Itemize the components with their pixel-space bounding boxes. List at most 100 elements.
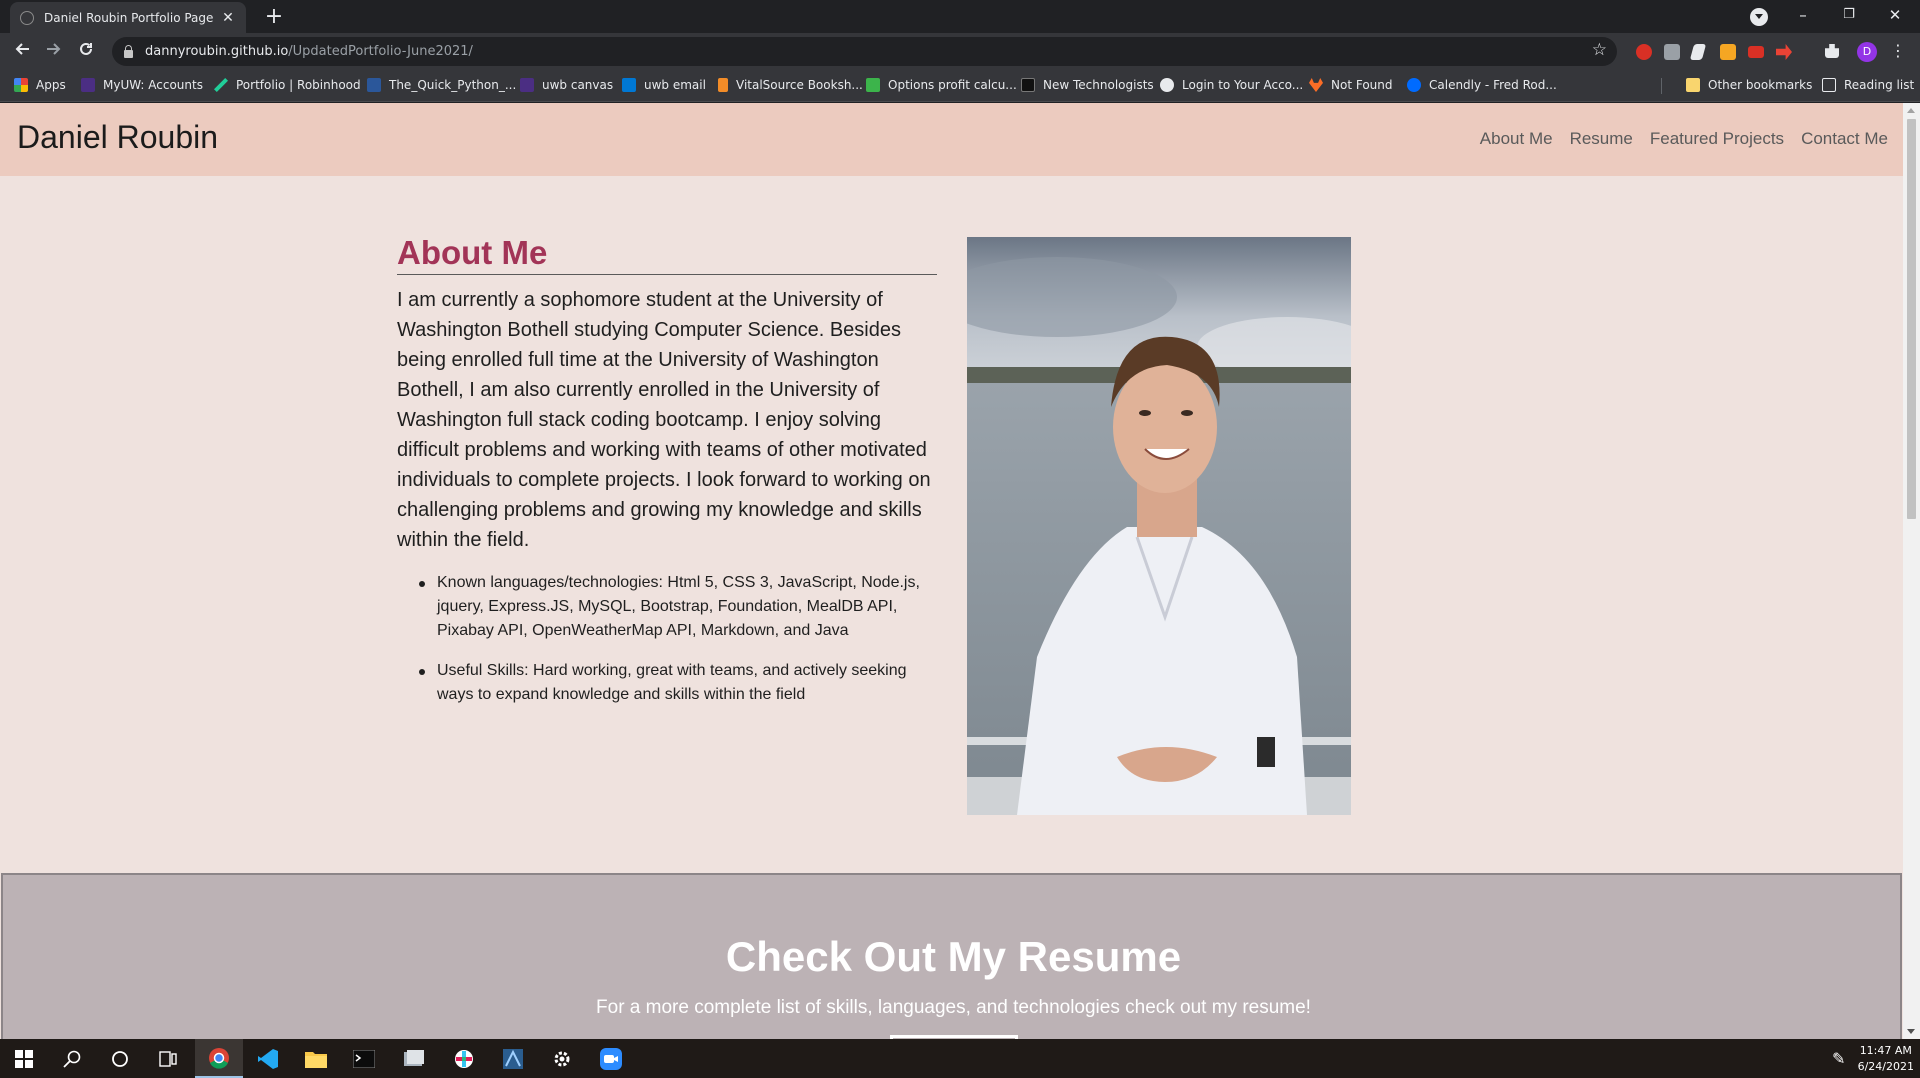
site-brand[interactable]: Daniel Roubin [17, 119, 218, 156]
extension-adblock-icon[interactable] [1636, 44, 1652, 60]
newtech-icon [1021, 78, 1035, 92]
gitlab-icon [1309, 78, 1323, 92]
mysql-workbench-icon[interactable] [390, 1039, 438, 1078]
restore-button[interactable]: ❐ [1826, 0, 1872, 30]
windows-start-icon[interactable] [0, 1039, 48, 1078]
resume-section: Check Out My Resume For a more complete … [1, 873, 1902, 1039]
bookmarks-separator [1661, 78, 1662, 94]
bookmark-robinhood[interactable]: Portfolio | Robinhood [214, 78, 361, 92]
vitalsource-icon [718, 78, 728, 92]
chrome-icon[interactable] [195, 1039, 243, 1078]
url-host: dannyroubin.github.io [145, 44, 289, 59]
bookmark-vitalsource[interactable]: VitalSource Booksh... [718, 78, 863, 92]
page-viewport: Daniel Roubin About Me Resume Featured P… [0, 103, 1903, 1039]
bookmark-not-found[interactable]: Not Found [1309, 78, 1392, 92]
app-icon[interactable] [489, 1039, 537, 1078]
reading-list-icon [1822, 78, 1836, 92]
bookmark-login[interactable]: Login to Your Acco... [1160, 78, 1303, 92]
outlook-icon [622, 78, 636, 92]
robinhood-feather-icon [214, 78, 228, 92]
tab-title: Daniel Roubin Portfolio Page [44, 10, 214, 25]
bookmarks-bar: Apps MyUW: Accounts Portfolio | Robinhoo… [0, 70, 1920, 102]
lock-icon [124, 44, 133, 58]
system-clock[interactable]: 11:47 AM 6/24/2021 [1858, 1043, 1914, 1075]
about-paragraph: I am currently a sophomore student at th… [397, 289, 931, 551]
tab-search-icon[interactable] [1750, 8, 1768, 26]
nav-about-me[interactable]: About Me [1480, 129, 1553, 149]
profile-photo [967, 237, 1351, 815]
bookmark-star-icon[interactable]: ☆ [1592, 40, 1607, 60]
about-heading: About Me [397, 234, 937, 275]
profile-avatar[interactable]: D [1857, 42, 1877, 62]
bookmark-uwb-canvas[interactable]: uwb canvas [520, 78, 613, 92]
forward-arrow-icon [47, 43, 61, 55]
skills-list: Known languages/technologies: Html 5, CS… [397, 571, 942, 723]
tab-close-button[interactable]: ✕ [220, 10, 236, 26]
search-icon[interactable] [48, 1039, 96, 1078]
minimize-button[interactable]: – [1780, 0, 1826, 30]
browser-toolbar: dannyroubin.github.io/UpdatedPortfolio-J… [0, 33, 1920, 70]
folder-icon [1686, 78, 1700, 92]
resume-heading: Check Out My Resume [725, 933, 1182, 980]
taskbar: ✎ 11:47 AM 6/24/2021 [0, 1039, 1920, 1078]
page-scrollbar[interactable] [1903, 103, 1920, 1039]
options-calc-icon [866, 78, 880, 92]
browser-tab[interactable]: Daniel Roubin Portfolio Page ✕ [10, 2, 246, 33]
back-arrow-icon [15, 43, 29, 55]
terminal-icon[interactable] [340, 1039, 388, 1078]
url-path: /UpdatedPortfolio-June2021/ [288, 44, 473, 59]
window-close-button[interactable]: ✕ [1872, 0, 1918, 30]
file-explorer-icon[interactable] [292, 1039, 340, 1078]
pen-workspace-icon[interactable]: ✎ [1832, 1049, 1845, 1068]
list-item: Useful Skills: Hard working, great with … [397, 659, 942, 707]
menu-kebab-icon[interactable]: ⋮ [1890, 41, 1906, 60]
extension-arrow-icon[interactable] [1776, 44, 1792, 60]
bookmark-options-calc[interactable]: Options profit calcu... [866, 78, 1017, 92]
back-button[interactable] [8, 38, 36, 66]
list-item: Known languages/technologies: Html 5, CS… [397, 571, 942, 643]
reload-icon [80, 42, 92, 55]
extension-w-icon[interactable] [1720, 44, 1736, 60]
forward-button[interactable] [40, 38, 68, 66]
task-view-icon[interactable] [144, 1039, 192, 1078]
bookmark-myuw[interactable]: MyUW: Accounts [81, 78, 203, 92]
bookmark-calendly[interactable]: Calendly - Fred Rod... [1407, 78, 1557, 92]
calendly-icon [1407, 78, 1421, 92]
myuw-icon [81, 78, 95, 92]
scroll-down-icon[interactable] [1907, 1029, 1915, 1034]
tab-favicon-icon [20, 10, 34, 25]
clock-time: 11:47 AM [1859, 1044, 1912, 1057]
bookmark-apps[interactable]: Apps [14, 78, 66, 92]
clock-date: 6/24/2021 [1857, 1060, 1914, 1073]
bookmark-other[interactable]: Other bookmarks [1686, 78, 1812, 92]
uw-icon [520, 78, 534, 92]
vscode-icon[interactable] [244, 1039, 292, 1078]
globe-icon [1160, 78, 1174, 92]
word-icon [367, 78, 381, 92]
apps-grid-icon [14, 78, 28, 92]
nav-featured-projects[interactable]: Featured Projects [1650, 129, 1784, 149]
bookmark-new-technologists[interactable]: New Technologists [1021, 78, 1154, 92]
cortana-icon[interactable] [96, 1039, 144, 1078]
tab-strip: Daniel Roubin Portfolio Page ✕ + – ❐ ✕ [0, 0, 1920, 33]
resume-subheading: For a more complete list of skills, lang… [596, 997, 1311, 1018]
bookmark-uwb-email[interactable]: uwb email [622, 78, 706, 92]
settings-gear-icon[interactable] [538, 1039, 586, 1078]
zoom-icon[interactable] [587, 1039, 635, 1078]
extensions-puzzle-icon[interactable] [1825, 44, 1839, 58]
nav-resume[interactable]: Resume [1570, 129, 1633, 149]
bookmark-python[interactable]: The_Quick_Python_... [367, 78, 516, 92]
scrollbar-thumb[interactable] [1907, 119, 1916, 519]
address-bar[interactable]: dannyroubin.github.io/UpdatedPortfolio-J… [112, 37, 1617, 66]
nav-contact-me[interactable]: Contact Me [1801, 129, 1888, 149]
new-tab-button[interactable]: + [260, 4, 288, 30]
slack-icon[interactable] [440, 1039, 488, 1078]
site-navbar: Daniel Roubin About Me Resume Featured P… [0, 103, 1903, 176]
extension-red-icon[interactable] [1748, 46, 1764, 58]
reading-list-button[interactable]: Reading list [1822, 78, 1914, 92]
scroll-up-icon[interactable] [1907, 108, 1915, 113]
extension-k-icon[interactable] [1664, 44, 1680, 60]
extension-notes-icon[interactable] [1689, 44, 1707, 60]
reload-button[interactable] [72, 38, 100, 66]
site-nav-links: About Me Resume Featured Projects Contac… [1480, 129, 1888, 149]
